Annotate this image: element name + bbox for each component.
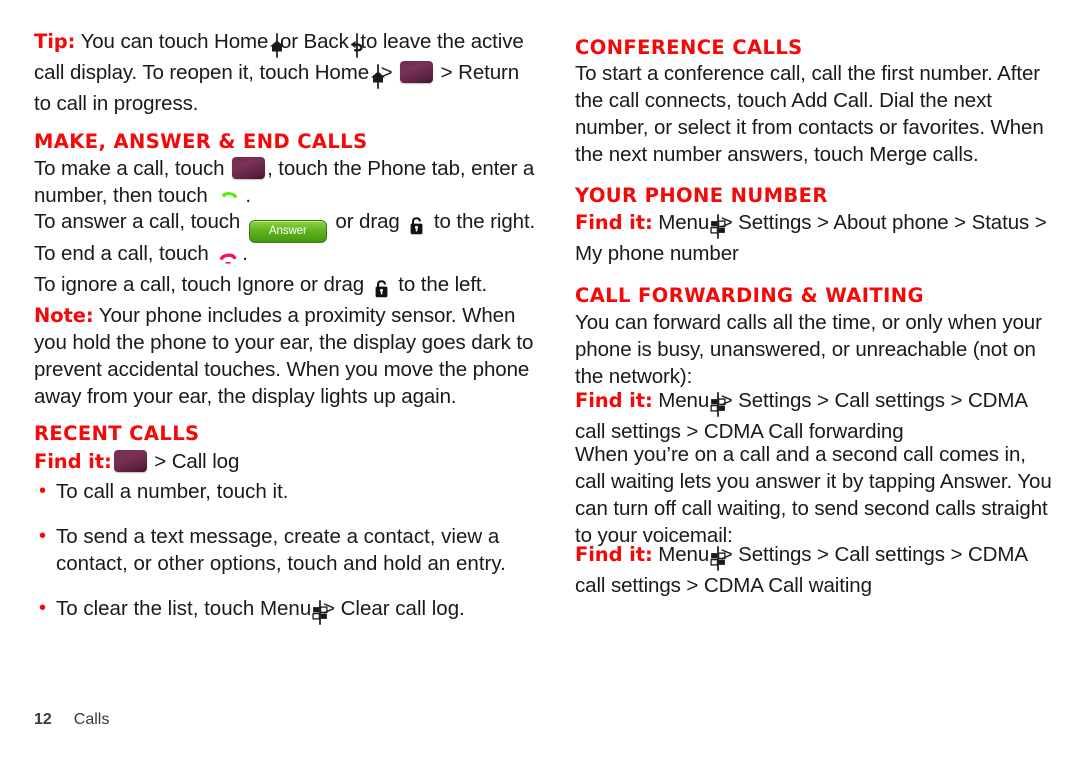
answer-call-text-c: to the right. — [428, 210, 536, 233]
home-icon — [269, 33, 284, 58]
find-it-label: Find it: — [34, 450, 112, 473]
tip-paragraph: Tip: You can touch Home or Back to leave… — [34, 28, 534, 117]
answer-call-text-b: or drag — [329, 210, 406, 233]
find-it-path: > Call log — [148, 450, 240, 473]
find-it-text-a: Menu — [652, 211, 715, 234]
tip-text-2: or Back — [279, 30, 355, 53]
manual-page: Tip: You can touch Home or Back to leave… — [0, 0, 1080, 766]
clear-list-text-b: > Clear call log. — [322, 597, 465, 620]
dialer-app-icon — [232, 157, 266, 179]
menu-icon — [710, 546, 726, 571]
make-call-paragraph: To make a call, touch , touch the Phone … — [34, 155, 539, 213]
your-phone-number-heading: Your phone number — [575, 184, 828, 207]
ignore-call-text-a: To ignore a call, touch Ignore or drag — [34, 273, 370, 296]
end-call-paragraph: To end a call, touch . — [34, 240, 539, 271]
end-call-text-a: To end a call, touch — [34, 242, 215, 265]
find-it-text-a: Menu — [652, 543, 715, 566]
find-it-label: Find it: — [575, 389, 653, 412]
tip-text-1: You can touch Home — [75, 30, 274, 53]
footer-section-label: Calls — [73, 711, 110, 728]
list-item: • To clear the list, touch Menu > Clear … — [34, 595, 534, 626]
call-waiting-find-it: Find it: Menu > Settings > Call settings… — [575, 541, 1053, 599]
menu-icon — [312, 600, 328, 625]
find-it-label: Find it: — [575, 211, 653, 234]
call-forwarding-waiting-heading: Call forwarding & waiting — [575, 284, 924, 307]
conference-calls-body: To start a conference call, call the fir… — [575, 62, 1044, 166]
bullet-dot-icon: • — [39, 480, 47, 502]
clear-list-text-a: To clear the list, touch Menu — [56, 597, 317, 620]
menu-icon — [710, 392, 726, 417]
make-call-text-c: . — [245, 184, 251, 207]
call-forwarding-body: You can forward calls all the time, or o… — [575, 311, 1042, 388]
note-text: Your phone includes a proximity sensor. … — [34, 304, 534, 408]
bullet-dot-icon: • — [39, 525, 47, 547]
list-item-label: To send a text message, create a contact… — [56, 525, 506, 575]
answer-call-text-a: To answer a call, touch — [34, 210, 246, 233]
page-number: 12 — [34, 711, 52, 728]
home-icon — [370, 64, 385, 89]
your-phone-number-find-it: Find it: Menu > Settings > About phone >… — [575, 209, 1053, 267]
lock-icon — [405, 212, 428, 239]
list-item: • To send a text message, create a conta… — [34, 523, 534, 577]
dialer-app-icon — [113, 450, 147, 472]
find-it-text-a: Menu — [652, 389, 715, 412]
lock-icon — [370, 275, 393, 302]
make-answer-end-calls-heading: Make, answer & end calls — [34, 130, 368, 153]
note-paragraph: Note: Your phone includes a proximity se… — [34, 302, 539, 410]
bullet-dot-icon: • — [39, 597, 47, 619]
end-call-text-b: . — [242, 242, 248, 265]
tip-label: Tip: — [34, 30, 76, 53]
find-it-label: Find it: — [575, 543, 653, 566]
back-icon — [350, 33, 363, 58]
ignore-call-text-b: to the left. — [392, 273, 488, 296]
make-call-text-a: To make a call, touch — [34, 157, 231, 180]
list-item-label: To clear the list, touch Menu > Clear ca… — [56, 595, 534, 626]
call-forwarding-find-it: Find it: Menu > Settings > Call settings… — [575, 387, 1053, 445]
list-item-label: To call a number, touch it. — [56, 480, 289, 503]
note-label: Note: — [34, 304, 94, 327]
page-footer: 12 Calls — [34, 711, 109, 729]
call-waiting-body: When you’re on a call and a second call … — [575, 443, 1052, 547]
conference-calls-heading: Conference calls — [575, 36, 803, 59]
list-item: • To call a number, touch it. — [34, 478, 534, 505]
dialer-app-icon — [400, 61, 434, 83]
menu-icon — [710, 214, 726, 239]
ignore-call-paragraph: To ignore a call, touch Ignore or drag t… — [34, 271, 539, 302]
recent-calls-heading: Recent calls — [34, 422, 200, 445]
red-end-call-icon — [214, 244, 242, 271]
recent-calls-bullet-list: • To call a number, touch it. • To send … — [34, 478, 534, 644]
recent-calls-find-it: Find it: > Call log — [34, 448, 239, 475]
answer-call-paragraph: To answer a call, touch Answer or drag t… — [34, 208, 539, 243]
